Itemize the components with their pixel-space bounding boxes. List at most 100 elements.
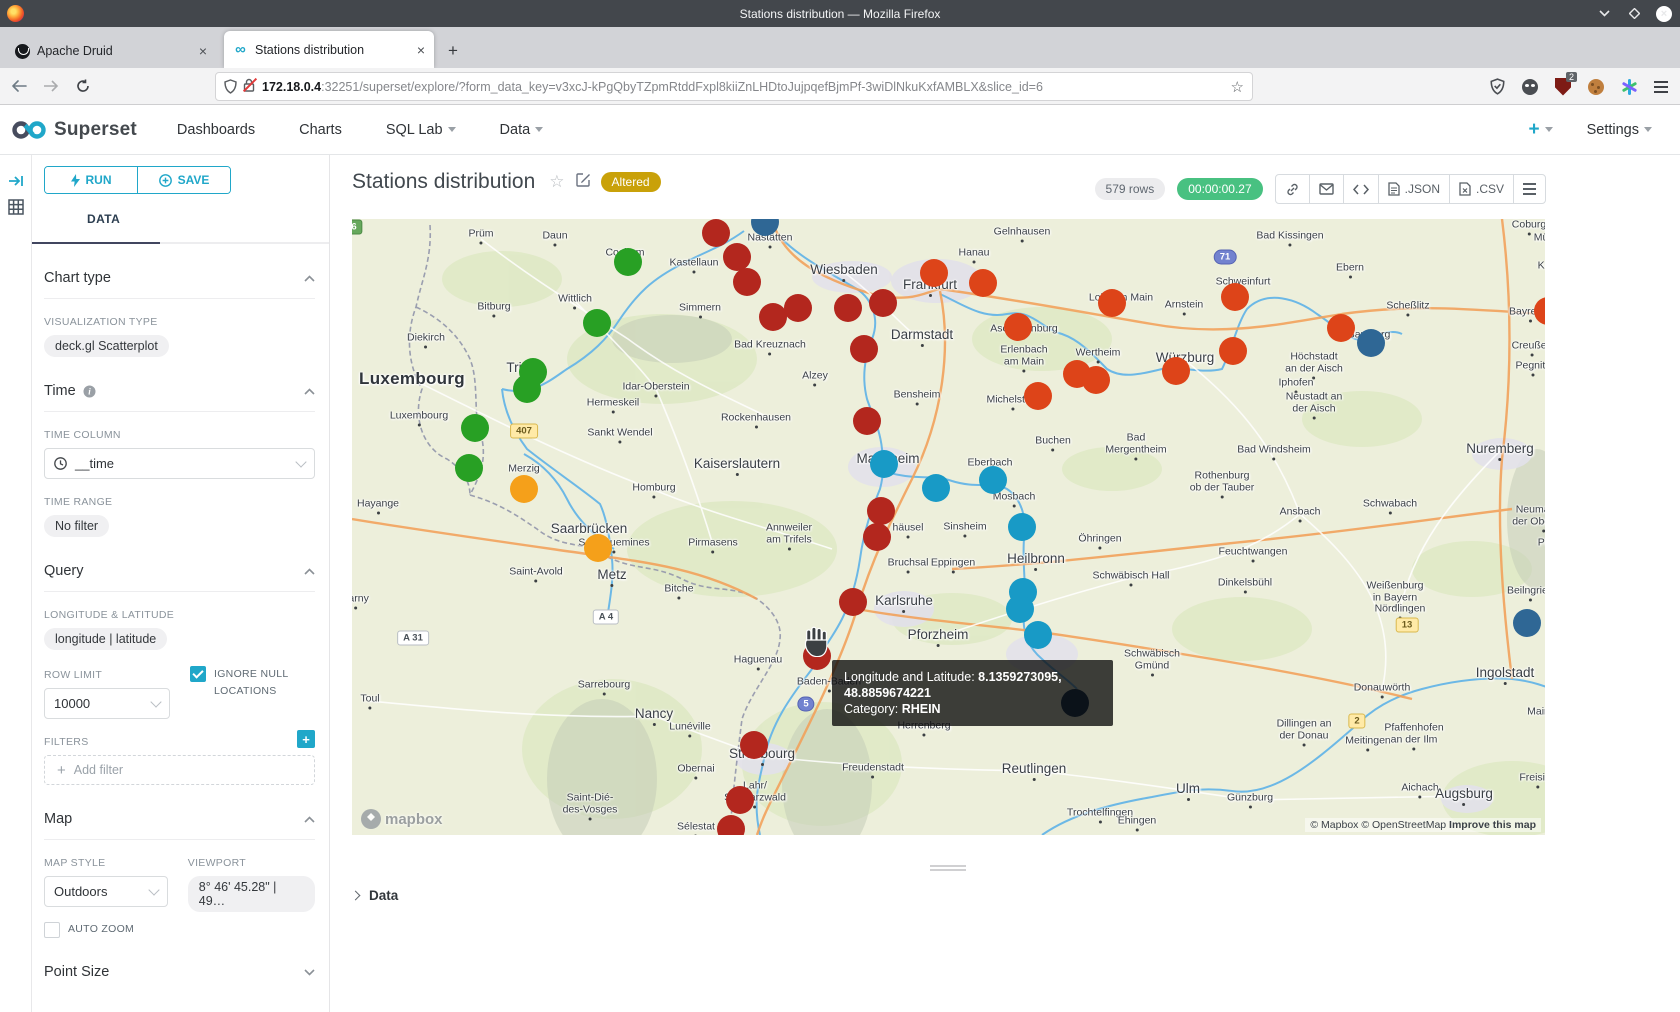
map-point[interactable] bbox=[870, 450, 898, 478]
data-panel-toggle[interactable]: Data bbox=[352, 888, 398, 903]
browser-menu-icon[interactable] bbox=[1654, 81, 1668, 93]
panel-resize-handle[interactable] bbox=[930, 865, 966, 871]
map-point[interactable] bbox=[784, 294, 812, 322]
settings-menu[interactable]: Settings bbox=[1587, 122, 1652, 138]
container-mask-icon[interactable] bbox=[1522, 79, 1538, 95]
section-header[interactable]: Chart type bbox=[44, 270, 315, 299]
mapbox-logo[interactable]: mapbox bbox=[361, 809, 443, 829]
favorite-star-icon[interactable]: ☆ bbox=[549, 172, 564, 192]
map-point[interactable] bbox=[1008, 513, 1036, 541]
section-header[interactable]: Map bbox=[44, 811, 315, 840]
section-header[interactable]: Query bbox=[44, 563, 315, 592]
tab-close-icon[interactable]: × bbox=[417, 42, 425, 58]
map-point[interactable] bbox=[1219, 337, 1247, 365]
attribution-osm[interactable]: © OpenStreetMap bbox=[1361, 819, 1446, 831]
cookie-icon[interactable] bbox=[1588, 79, 1604, 95]
add-filter-plus-button[interactable]: + bbox=[297, 730, 315, 748]
save-button[interactable]: SAVE bbox=[138, 167, 230, 193]
map-point[interactable] bbox=[1513, 609, 1541, 637]
attribution-mapbox[interactable]: © Mapbox bbox=[1310, 819, 1358, 831]
row-limit-select[interactable]: 10000 bbox=[44, 688, 170, 719]
tab-close-icon[interactable]: × bbox=[199, 43, 207, 59]
map-point[interactable] bbox=[614, 248, 642, 276]
map-style-select[interactable]: Outdoors bbox=[44, 876, 168, 907]
time-range-value[interactable]: No filter bbox=[44, 515, 109, 537]
section-header[interactable]: Point Size bbox=[44, 964, 315, 992]
map-point[interactable] bbox=[920, 259, 948, 287]
deckgl-map[interactable]: PrümDaunCochemNastättenGelnhausenBad Kis… bbox=[352, 219, 1545, 835]
map-point[interactable] bbox=[513, 375, 541, 403]
extension-pinwheel-icon[interactable] bbox=[1621, 79, 1637, 95]
dataset-grid-icon[interactable] bbox=[0, 194, 32, 220]
viewport-value[interactable]: 8° 46' 45.28" | 49… bbox=[188, 876, 315, 912]
forward-icon[interactable] bbox=[38, 73, 64, 99]
new-tab-button[interactable]: + bbox=[440, 38, 466, 64]
protection-shield-icon[interactable] bbox=[1490, 78, 1505, 95]
map-point[interactable] bbox=[839, 588, 867, 616]
nav-item-sql-lab[interactable]: SQL Lab bbox=[386, 122, 456, 138]
map-point[interactable] bbox=[510, 475, 538, 503]
new-plus-button[interactable]: + bbox=[1528, 119, 1552, 141]
viz-type-value[interactable]: deck.gl Scatterplot bbox=[44, 335, 169, 357]
map-point[interactable] bbox=[834, 294, 862, 322]
embed-code-button[interactable] bbox=[1344, 175, 1379, 203]
map-point[interactable] bbox=[1357, 329, 1385, 357]
export-csv-button[interactable]: .CSV bbox=[1450, 175, 1514, 203]
nav-item-data[interactable]: Data bbox=[500, 122, 544, 138]
window-minimize-icon[interactable] bbox=[1596, 6, 1612, 22]
map-point[interactable] bbox=[1082, 366, 1110, 394]
export-json-button[interactable]: .JSON bbox=[1379, 175, 1450, 203]
map-point[interactable] bbox=[759, 303, 787, 331]
map-point[interactable] bbox=[726, 786, 754, 814]
map-point[interactable] bbox=[740, 731, 768, 759]
tab-apache-druid[interactable]: Apache Druid × bbox=[6, 34, 216, 68]
map-point[interactable] bbox=[863, 523, 891, 551]
superset-logo[interactable]: Superset bbox=[12, 119, 137, 141]
run-button[interactable]: RUN bbox=[45, 167, 138, 193]
map-point[interactable] bbox=[922, 474, 950, 502]
attribution-improve-link[interactable]: Improve this map bbox=[1449, 819, 1536, 831]
map-point[interactable] bbox=[850, 335, 878, 363]
map-point[interactable] bbox=[455, 454, 483, 482]
map-point[interactable] bbox=[1221, 283, 1249, 311]
expand-datasource-icon[interactable] bbox=[0, 168, 32, 194]
map-point[interactable] bbox=[723, 243, 751, 271]
map-point[interactable] bbox=[979, 466, 1007, 494]
map-point[interactable] bbox=[1327, 314, 1355, 342]
auto-zoom-checkbox[interactable] bbox=[44, 922, 60, 938]
edit-properties-icon[interactable] bbox=[576, 172, 591, 192]
map-point[interactable] bbox=[1006, 595, 1034, 623]
add-filter-box[interactable]: + Add filter bbox=[44, 755, 315, 785]
map-point[interactable] bbox=[1024, 621, 1052, 649]
tab-stations-distribution[interactable]: ∞ Stations distribution × bbox=[224, 31, 434, 68]
tab-data[interactable]: DATA bbox=[87, 212, 120, 226]
reload-icon[interactable] bbox=[70, 73, 96, 99]
back-icon[interactable] bbox=[6, 73, 32, 99]
ublock-icon[interactable]: 2 bbox=[1555, 78, 1571, 96]
map-point[interactable] bbox=[461, 414, 489, 442]
map-point[interactable] bbox=[1098, 289, 1126, 317]
map-point[interactable] bbox=[1004, 313, 1032, 341]
map-point[interactable] bbox=[584, 534, 612, 562]
chart-menu-button[interactable] bbox=[1514, 175, 1545, 203]
altered-badge[interactable]: Altered bbox=[601, 172, 661, 192]
map-point[interactable] bbox=[733, 268, 761, 296]
section-header[interactable]: Time i bbox=[44, 383, 315, 412]
nav-item-charts[interactable]: Charts bbox=[299, 122, 342, 138]
map-point[interactable] bbox=[583, 309, 611, 337]
nav-item-dashboards[interactable]: Dashboards bbox=[177, 122, 255, 138]
map-point[interactable] bbox=[867, 497, 895, 525]
window-maximize-icon[interactable] bbox=[1626, 6, 1642, 22]
lonlat-value[interactable]: longitude | latitude bbox=[44, 628, 167, 650]
map-point[interactable] bbox=[1162, 357, 1190, 385]
email-button[interactable] bbox=[1310, 175, 1344, 203]
copy-link-button[interactable] bbox=[1276, 175, 1310, 203]
map-point[interactable] bbox=[702, 219, 730, 247]
window-close-icon[interactable]: × bbox=[1656, 6, 1672, 22]
map-point[interactable] bbox=[853, 407, 881, 435]
map-point[interactable] bbox=[1024, 382, 1052, 410]
bookmark-star-icon[interactable]: ☆ bbox=[1231, 78, 1244, 96]
map-point[interactable] bbox=[869, 289, 897, 317]
map-point[interactable] bbox=[717, 815, 745, 835]
url-bar[interactable]: 172.18.0.4:32251/superset/explore/?form_… bbox=[215, 72, 1253, 101]
